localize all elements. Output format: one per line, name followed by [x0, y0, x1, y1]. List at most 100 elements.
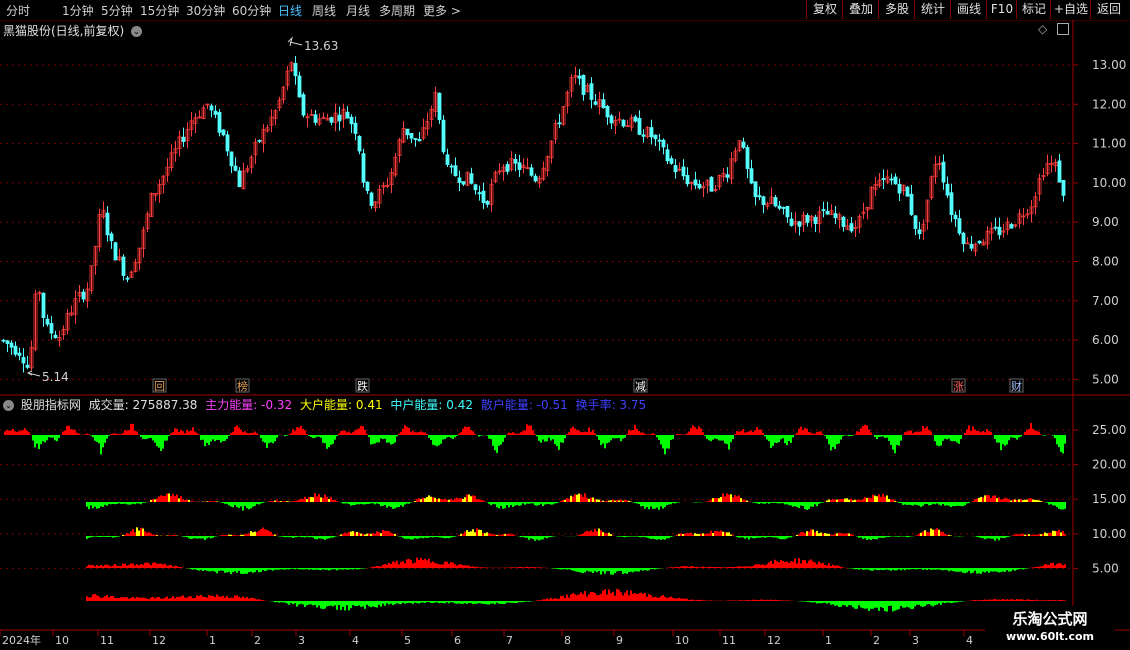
indicator-bar	[226, 435, 228, 439]
indicator-bar	[974, 429, 976, 435]
indicator-bar	[330, 435, 332, 445]
indicator-bar	[832, 534, 834, 536]
indicator-bar	[152, 562, 154, 568]
chevron-down-icon[interactable]: ⌄	[3, 400, 14, 411]
indicator-bar	[664, 536, 666, 540]
indicator-bar	[744, 566, 746, 568]
indicator-bar	[554, 568, 556, 569]
period-multi[interactable]: 多周期	[379, 2, 415, 19]
diamond-icon[interactable]: ◇	[1038, 22, 1047, 36]
period-5min[interactable]: 5分钟	[101, 2, 133, 19]
indicator-bar	[764, 565, 766, 568]
price-tick-label: 6.00	[1092, 333, 1119, 347]
back-button[interactable]: 返回	[1090, 0, 1127, 19]
indicator-bar	[554, 598, 556, 601]
indicator-bar	[734, 495, 736, 502]
period-weekly[interactable]: 周线	[312, 2, 336, 19]
indicator-bar	[666, 598, 668, 601]
indicator-bar	[830, 566, 832, 568]
indicator-bar	[88, 564, 90, 568]
indicator-bar	[508, 601, 510, 603]
indicator-bar	[112, 502, 114, 504]
indicator-bar	[194, 568, 196, 570]
indicator-bar	[406, 502, 408, 504]
period-intraday[interactable]: 分时	[6, 2, 30, 19]
candle-body	[329, 117, 334, 123]
indicator-bar	[924, 601, 926, 607]
indicator-bar	[988, 431, 990, 435]
indicator-bar	[466, 494, 468, 502]
date-x-axis: 2024年 10 11 12 1 2 3 4 5 6 7 8 9 10 11 12 1 2 3 4	[0, 630, 973, 647]
indicator-bar	[748, 431, 750, 435]
indicator-bar	[460, 601, 462, 604]
period-monthly[interactable]: 月线	[346, 2, 370, 19]
panel-toggle-icon[interactable]	[1057, 23, 1069, 35]
period-15min[interactable]: 15分钟	[140, 2, 179, 19]
indicator-bar	[1000, 435, 1002, 451]
indicator-bar	[1056, 563, 1058, 568]
multi-stock-button[interactable]: 多股	[878, 0, 915, 19]
indicator-bar	[486, 601, 488, 605]
indicator-bar	[138, 565, 140, 568]
candlestick-series	[1, 55, 1066, 373]
indicator-bar	[692, 534, 694, 536]
period-daily[interactable]: 日线	[278, 2, 302, 19]
indicator-bar	[730, 435, 732, 443]
indicator-bar	[376, 601, 378, 608]
indicator-bar	[674, 502, 676, 504]
chart-canvas[interactable]: 13.0012.0011.0010.009.008.007.006.005.00…	[0, 20, 1130, 650]
indicator-bar	[418, 498, 420, 502]
indicator-bar	[674, 598, 676, 601]
indicator-bar	[578, 594, 580, 601]
indicator-bar	[416, 499, 418, 502]
indicator-bar	[148, 563, 150, 568]
indicator-name[interactable]: 股朋指标网	[21, 398, 81, 412]
indicator-bar	[1026, 534, 1028, 536]
indicator-bar	[538, 600, 540, 601]
indicator-bar	[960, 568, 962, 572]
indicator-bar	[190, 430, 192, 435]
add-watchlist-button[interactable]: +自选	[1050, 0, 1091, 19]
indicator-bar	[600, 435, 602, 446]
indicator-bar	[734, 434, 736, 435]
indicator-bar	[328, 601, 330, 606]
indicator-bar	[796, 502, 798, 508]
indicator-bar	[462, 534, 464, 536]
indicator-bar	[836, 499, 838, 502]
indicator-bar	[324, 494, 326, 502]
indicator-bar	[1022, 500, 1024, 502]
indicator-bar	[384, 564, 386, 568]
period-60min[interactable]: 60分钟	[232, 2, 271, 19]
period-1min[interactable]: 1分钟	[62, 2, 94, 19]
draw-line-button[interactable]: 画线	[950, 0, 987, 19]
indicator-bar	[272, 501, 274, 502]
indicator-bar	[1038, 600, 1040, 601]
indicator-bar	[372, 533, 374, 536]
indicator-bar	[536, 536, 538, 540]
f10-button[interactable]: F10	[986, 0, 1017, 19]
indicator-bar	[774, 435, 776, 443]
indicator-bar	[484, 501, 486, 502]
indicator-bar	[134, 430, 136, 435]
period-30min[interactable]: 30分钟	[186, 2, 225, 19]
indicator-bar	[192, 427, 194, 435]
statistics-button[interactable]: 统计	[914, 0, 951, 19]
indicator-bar	[338, 535, 340, 536]
indicator-bar	[400, 601, 402, 605]
mark-button[interactable]: 标记	[1016, 0, 1051, 19]
x-tick-label: 3	[912, 634, 919, 647]
indicator-bar	[512, 534, 514, 536]
candle-body	[349, 116, 354, 125]
indicator-bar	[370, 601, 372, 608]
overlay-button[interactable]: 叠加	[842, 0, 879, 19]
indicator-tick-label: 10.00	[1092, 527, 1126, 541]
indicator-bar	[812, 561, 814, 568]
period-more[interactable]: 更多 >	[423, 2, 461, 19]
chevron-down-icon[interactable]: ⌄	[131, 26, 143, 37]
restore-rights-button[interactable]: 复权	[806, 0, 843, 19]
indicator-bar	[132, 563, 134, 568]
indicator-bar	[318, 568, 320, 570]
indicator-bar	[794, 502, 796, 507]
indicator-bar	[772, 563, 774, 568]
indicator-bar	[4, 431, 6, 435]
